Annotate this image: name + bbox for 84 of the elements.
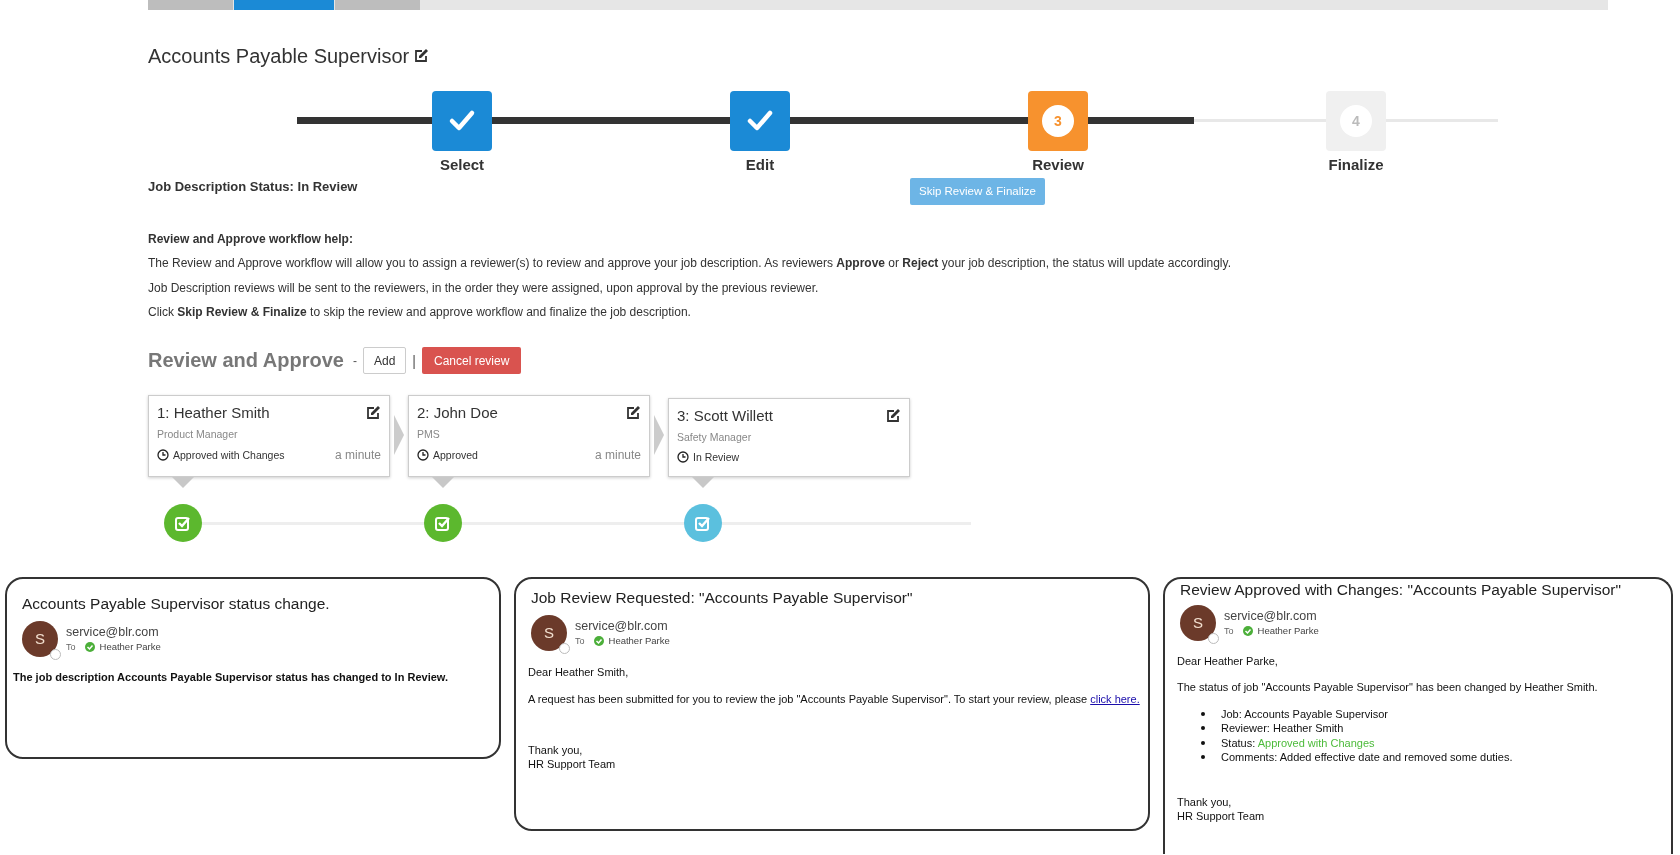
email-text: The status of job "Accounts Payable Supervisor" has been changed by Heather Smith. (1177, 680, 1599, 693)
status-text: Job Description Status: In Review (148, 178, 359, 194)
reviewer-role: Product Manager (157, 427, 239, 440)
signoff-text: HR Support Team (1177, 808, 1266, 823)
reviewer-name: 1: Heather Smith (157, 403, 270, 421)
section-heading: Review and Approve (148, 349, 344, 372)
list-item: Status: Approved with Changes (1221, 736, 1375, 749)
link[interactable]: click here. (1090, 692, 1140, 705)
step-label: Edit (745, 156, 775, 173)
presence-icon (1208, 632, 1219, 644)
edit-icon (625, 404, 641, 421)
edit-icon (885, 407, 901, 424)
recipient-name: Heather Parke (1257, 625, 1319, 636)
reviewer-name: 2: John Doe (417, 403, 498, 421)
presence-icon (559, 642, 570, 654)
time-text: a minute (334, 447, 381, 462)
add-button[interactable]: Add (363, 347, 407, 374)
to-label: To (575, 635, 585, 646)
email-text: Dear Heather Parke, (1177, 654, 1279, 667)
to-label: To (66, 641, 76, 652)
email-text: The job description Accounts Payable Supervisor status has changed to In Review. (13, 670, 449, 683)
step-number: 4 (1340, 105, 1372, 137)
to-label: To (1224, 625, 1234, 636)
signoff-text: Thank you, (1177, 794, 1233, 809)
reviewer-name: 3: Scott Willett (677, 406, 773, 424)
tab[interactable] (148, 0, 233, 10)
reviewer-status: Approved with Changes (173, 448, 285, 461)
avatar-letter: S (35, 630, 45, 647)
help-text: The Review and Approve workflow will allow you to assign a reviewer(s) to review and approve your job description. As reviewers Approve or Reject your job description, the status will update accordingly. (148, 255, 1232, 272)
sender-address: service@blr.com (575, 619, 669, 633)
reviewer-role: PMS (417, 427, 441, 440)
bullet-icon (1201, 755, 1205, 760)
step-label: Review (1032, 156, 1084, 173)
clock-icon (417, 448, 429, 461)
dash-text: - (353, 353, 357, 368)
reviewer-status: Approved (433, 448, 478, 461)
reviewer-card[interactable]: 1: Heather Smith Product Manager Approved with Changes a minute (148, 394, 390, 477)
list-item: Reviewer: Heather Smith (1221, 722, 1344, 735)
list-item: Comments: Added effective date and removed some duties. (1221, 751, 1513, 764)
sender-address: service@blr.com (1224, 609, 1318, 623)
help-text: Click Skip Review & Finalize to skip the review and approve workflow and finalize the job description. (148, 304, 692, 321)
reviewer-card[interactable]: 3: Scott Willett Safety Manager In Review (668, 397, 910, 477)
help-heading: Review and Approve workflow help: (148, 231, 354, 248)
presence-icon (50, 648, 61, 660)
avatar-letter: S (1193, 614, 1203, 631)
email-subject: Accounts Payable Supervisor status change. (22, 594, 331, 613)
clock-icon (157, 448, 169, 461)
step-marker[interactable] (730, 91, 790, 151)
reviewer-card[interactable]: 2: John Doe PMS Approved a minute (408, 394, 650, 477)
clock-icon (677, 450, 689, 463)
separator-text: | (412, 352, 416, 369)
pointer-icon (172, 476, 194, 488)
help-text: Job Description reviews will be sent to the reviewers, in the order they were assigned, upon approval by the previous reviewer. (148, 279, 820, 297)
email-subject: Review Approved with Changes: "Accounts Payable Supervisor" (1180, 580, 1622, 599)
pointer-icon (692, 476, 714, 488)
step-marker[interactable] (432, 91, 492, 151)
signoff-text: Thank you, (528, 742, 584, 757)
list-item: Job: Accounts Payable Supervisor (1221, 707, 1388, 720)
reviewer-status: In Review (693, 450, 740, 463)
edit-icon (413, 48, 430, 64)
check-icon (1242, 625, 1253, 636)
signoff-text: HR Support Team (528, 756, 617, 771)
tab[interactable] (335, 0, 420, 10)
check-icon (593, 635, 604, 646)
step-number: 3 (1042, 105, 1074, 137)
sender-address: service@blr.com (66, 625, 160, 639)
cancel-button[interactable]: Cancel review (422, 347, 522, 374)
page-title: Accounts Payable Supervisor (148, 44, 410, 68)
email-text: Dear Heather Smith, (528, 665, 630, 678)
avatar-letter: S (544, 624, 554, 641)
tab[interactable] (234, 0, 334, 10)
recipient-name: Heather Parke (99, 641, 161, 652)
step-label: Finalize (1328, 156, 1384, 173)
bullet-icon (1201, 740, 1205, 745)
recipient-name: Heather Parke (608, 635, 670, 646)
step-label: Select (439, 156, 485, 173)
reviewer-role: Safety Manager (677, 430, 753, 443)
time-text: a minute (594, 447, 641, 462)
bullet-icon (1201, 711, 1205, 716)
edit-icon (365, 404, 381, 421)
email-subject: Job Review Requested: "Accounts Payable Supervisor" (531, 588, 914, 607)
check-icon (84, 641, 95, 652)
bullet-icon (1201, 726, 1205, 731)
pointer-icon (432, 476, 454, 488)
